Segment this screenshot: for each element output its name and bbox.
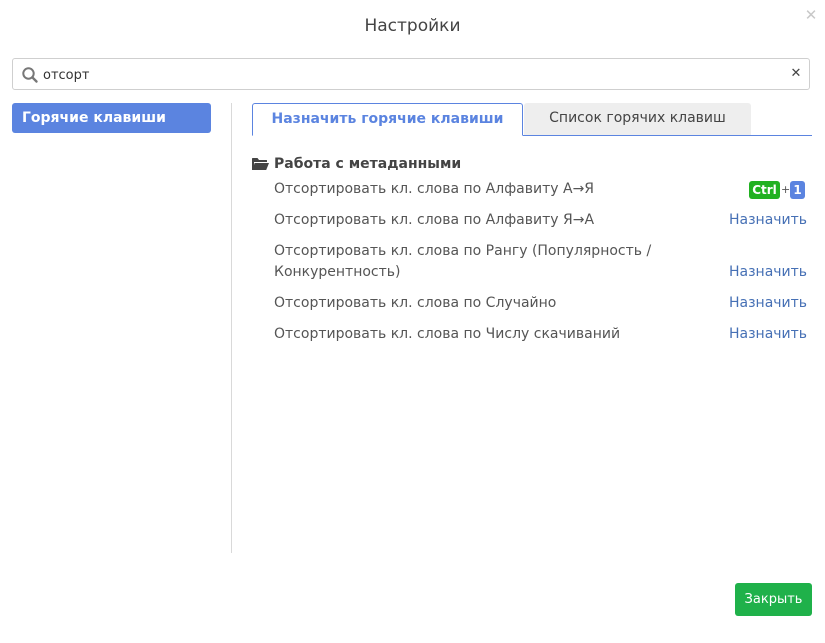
hotkey-row-label: Отсортировать кл. слова по Алфавиту Я→А: [274, 212, 595, 228]
hotkey-row-label: Отсортировать кл. слова по Алфавиту А→Я: [274, 181, 595, 197]
search-icon: [22, 67, 38, 83]
hotkey-row-label: Отсортировать кл. слова по Рангу (Популя…: [274, 243, 652, 280]
plus-sign: +: [781, 183, 791, 196]
ctrl-key: Ctrl: [749, 181, 780, 199]
divider: [231, 103, 232, 553]
tab-label: Назначить горячие клавиши: [271, 111, 504, 127]
sidebar-item-label: Горячие клавиши: [22, 110, 166, 126]
close-icon[interactable]: ✕: [803, 7, 819, 23]
assign-link[interactable]: Назначить: [729, 324, 807, 345]
search-input[interactable]: [43, 64, 783, 86]
tab-hotkeys-list[interactable]: Список горячих клавиш: [524, 103, 751, 135]
assign-link[interactable]: Назначить: [729, 210, 807, 231]
folder-open-icon: [252, 158, 269, 170]
sidebar-item-hotkeys[interactable]: Горячие клавиши: [12, 103, 211, 133]
hotkey-row-label: Отсортировать кл. слова по Числу скачива…: [274, 326, 621, 342]
group-label: Работа с метаданными: [274, 156, 462, 172]
assign-link[interactable]: Назначить: [729, 262, 807, 283]
assign-link[interactable]: Назначить: [729, 293, 807, 314]
clear-icon[interactable]: ✕: [788, 65, 804, 83]
tab-label: Список горячих клавиш: [549, 110, 726, 126]
hotkey-row-label: Отсортировать кл. слова по Случайно: [274, 295, 557, 311]
search-box: ✕: [12, 58, 810, 90]
close-button[interactable]: Закрыть: [735, 583, 812, 616]
tab-assign-hotkeys[interactable]: Назначить горячие клавиши: [252, 103, 523, 136]
hotkey-key: 1: [790, 181, 805, 199]
dialog-title: Настройки: [364, 16, 461, 36]
